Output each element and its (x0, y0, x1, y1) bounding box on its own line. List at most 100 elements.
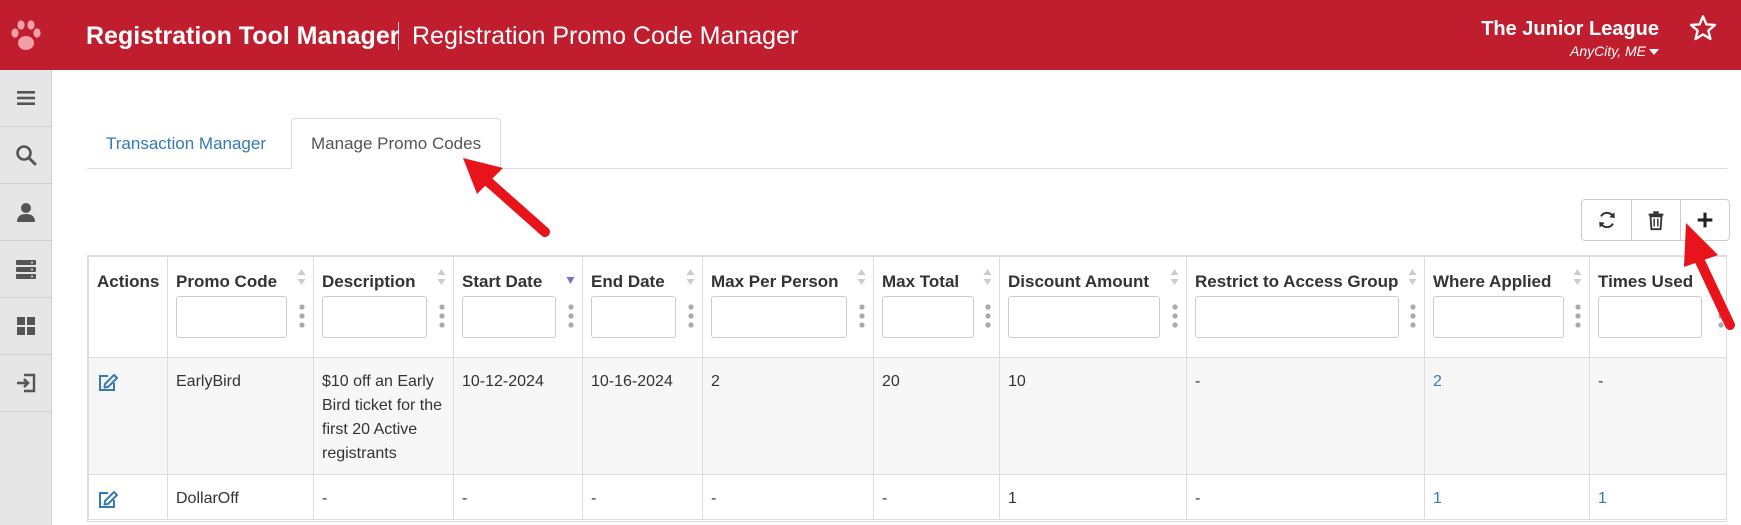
sort-descending-icon[interactable] (566, 267, 575, 287)
promo-code-cell: DollarOff (167, 474, 314, 520)
menu-icon (17, 91, 35, 105)
access-group-cell: - (1186, 357, 1425, 475)
where-applied-link[interactable]: 2 (1433, 373, 1442, 390)
sort-icon[interactable] (686, 267, 695, 287)
column-header-label: Times Used (1598, 272, 1694, 291)
sort-icon[interactable] (437, 267, 446, 287)
column-menu-icon[interactable] (985, 304, 991, 328)
column-menu-icon[interactable] (1575, 304, 1581, 328)
filter-input-promo-code[interactable] (176, 296, 287, 338)
paw-icon[interactable] (8, 16, 44, 54)
sort-icon[interactable] (297, 267, 306, 287)
server-icon (16, 260, 36, 279)
top-header-bar: Registration Tool Manager Registration P… (0, 0, 1741, 70)
sidebar (0, 70, 52, 525)
column-header-access-group[interactable]: Restrict to Access Group (1186, 256, 1425, 358)
sort-icon[interactable] (1170, 267, 1179, 287)
star-icon[interactable] (1689, 14, 1717, 42)
column-header-label: Restrict to Access Group (1195, 272, 1399, 291)
times-used-link[interactable]: 1 (1598, 490, 1607, 507)
title-divider (398, 22, 399, 50)
organization-name: The Junior League (1481, 18, 1659, 40)
sort-icon[interactable] (983, 267, 992, 287)
column-header-label: Where Applied (1433, 272, 1552, 291)
column-menu-icon[interactable] (1172, 304, 1178, 328)
filter-input-end-date[interactable] (591, 296, 676, 338)
discount-amount-cell: 1 (999, 474, 1187, 520)
column-header-where-applied[interactable]: Where Applied (1424, 256, 1590, 358)
sort-icon[interactable] (1408, 267, 1417, 287)
end-date-cell: - (582, 474, 703, 520)
column-menu-icon[interactable] (1410, 304, 1416, 328)
max-total-cell: - (873, 474, 1000, 520)
organization-location-dropdown[interactable]: AnyCity, ME (1570, 43, 1659, 59)
column-header-label: Max Total (882, 272, 960, 291)
table-row: DollarOff - - - - - 1 - 1 1 (88, 474, 1726, 520)
description-cell: - (313, 474, 454, 520)
column-header-label: End Date (591, 272, 665, 291)
column-menu-icon[interactable] (568, 304, 574, 328)
filter-input-discount-amount[interactable] (1008, 296, 1160, 338)
sort-icon[interactable] (1573, 267, 1582, 287)
column-header-label: Start Date (462, 272, 543, 291)
tab-label: Transaction Manager (106, 133, 267, 153)
column-header-description[interactable]: Description (313, 256, 454, 358)
sidebar-item-user[interactable] (0, 184, 52, 241)
column-menu-icon[interactable] (688, 304, 694, 328)
column-menu-icon[interactable] (439, 304, 445, 328)
max-per-person-cell: 2 (702, 357, 874, 475)
organization-location-label: AnyCity, ME (1570, 43, 1646, 59)
filter-input-max-total[interactable] (882, 296, 974, 338)
column-header-start-date[interactable]: Start Date (453, 256, 583, 358)
column-header-actions: Actions (88, 256, 168, 358)
column-header-discount-amount[interactable]: Discount Amount (999, 256, 1187, 358)
sort-icon[interactable] (857, 267, 866, 287)
column-menu-icon[interactable] (299, 304, 305, 328)
description-cell: $10 off an Early Bird ticket for the fir… (313, 357, 454, 475)
where-applied-link[interactable]: 1 (1433, 490, 1442, 507)
column-header-end-date[interactable]: End Date (582, 256, 703, 358)
column-header-promo-code[interactable]: Promo Code (167, 256, 314, 358)
end-date-cell: 10-16-2024 (582, 357, 703, 475)
column-header-max-per-person[interactable]: Max Per Person (702, 256, 874, 358)
sidebar-item-logout[interactable] (0, 355, 52, 412)
column-menu-icon[interactable] (859, 304, 865, 328)
caret-down-icon (1649, 49, 1659, 56)
edit-icon[interactable] (97, 372, 119, 392)
start-date-cell: 10-12-2024 (453, 357, 583, 475)
edit-icon[interactable] (97, 489, 119, 509)
column-header-label: Actions (97, 272, 160, 291)
logout-icon (17, 373, 36, 393)
sidebar-item-menu[interactable] (0, 70, 52, 127)
filter-input-where-applied[interactable] (1433, 296, 1564, 338)
refresh-icon (1598, 211, 1615, 229)
max-total-cell: 20 (873, 357, 1000, 475)
where-applied-cell: 2 (1424, 357, 1590, 475)
delete-button[interactable] (1631, 200, 1680, 240)
column-header-label: Promo Code (176, 272, 278, 291)
trash-icon (1648, 211, 1664, 231)
column-header-max-total[interactable]: Max Total (873, 256, 1000, 358)
filter-input-max-per-person[interactable] (711, 296, 847, 338)
user-icon (17, 203, 35, 222)
access-group-cell: - (1186, 474, 1425, 520)
tab-bar: Transaction Manager Manage Promo Codes (87, 118, 1727, 170)
filter-input-start-date[interactable] (462, 296, 556, 338)
sidebar-item-dashboard[interactable] (0, 298, 52, 355)
sidebar-item-server[interactable] (0, 241, 52, 298)
times-used-cell: 1 (1589, 474, 1726, 520)
start-date-cell: - (453, 474, 583, 520)
app-title: Registration Tool Manager (86, 22, 400, 50)
column-header-label: Discount Amount (1008, 272, 1150, 291)
table-header-row: Actions Promo Code Description Start Dat… (88, 256, 1726, 358)
page-title: Registration Promo Code Manager (412, 22, 799, 50)
column-header-label: Description (322, 272, 416, 291)
promo-code-table: Actions Promo Code Description Start Dat… (87, 255, 1727, 522)
sidebar-item-search[interactable] (0, 127, 52, 184)
tab-transaction-manager[interactable]: Transaction Manager (87, 118, 285, 169)
filter-input-access-group[interactable] (1195, 296, 1399, 338)
promo-code-cell: EarlyBird (167, 357, 314, 475)
refresh-button[interactable] (1582, 200, 1631, 240)
filter-input-description[interactable] (322, 296, 427, 338)
table-row: EarlyBird $10 off an Early Bird ticket f… (88, 357, 1726, 475)
